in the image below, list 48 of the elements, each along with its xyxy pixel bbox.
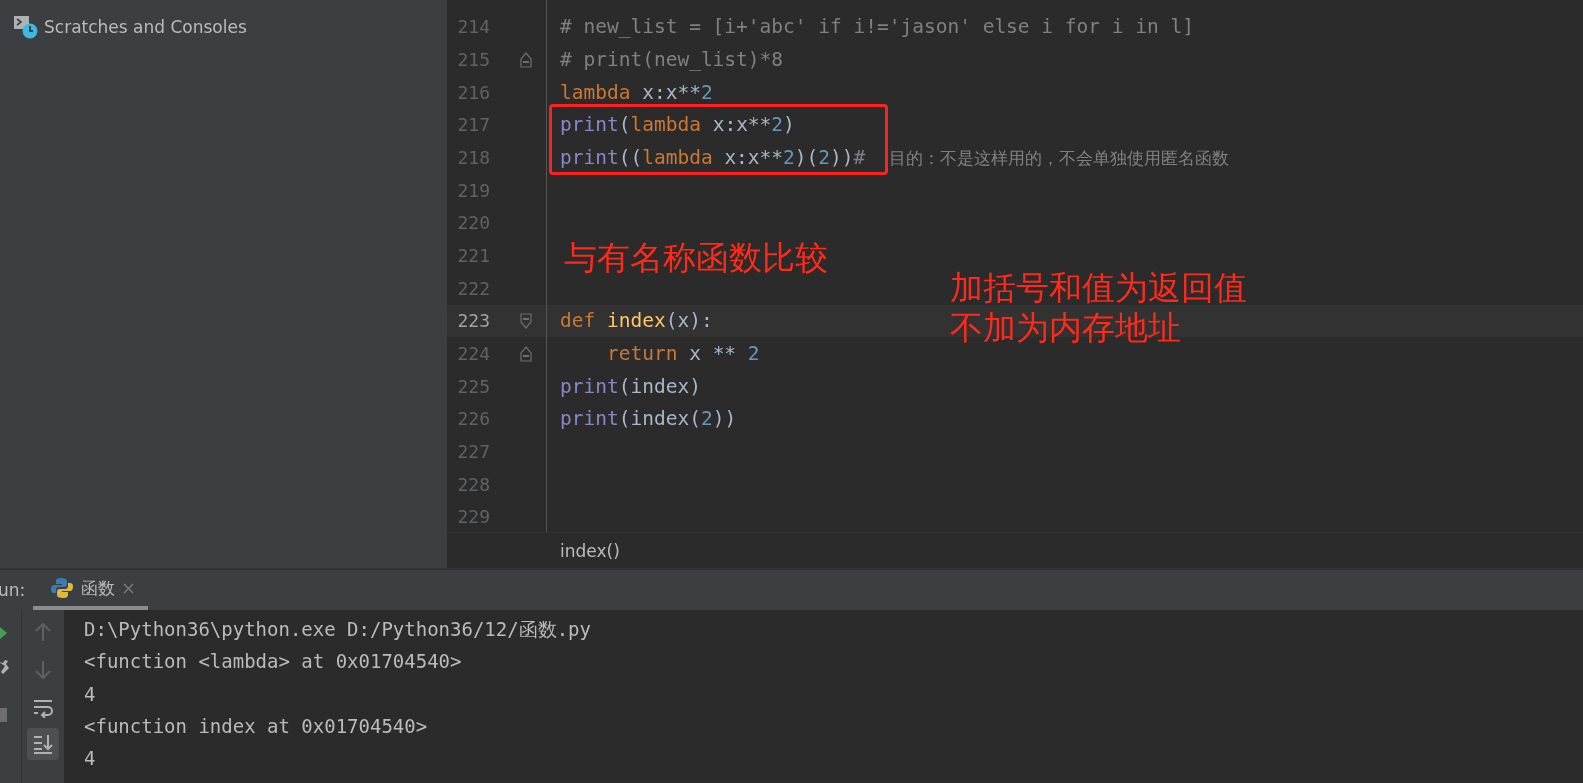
code-line: print((lambda x:x**2)(2))# 目的：不是这样用的，不会单独使用匿名函数 (560, 145, 1230, 170)
scroll-to-end-button[interactable] (27, 728, 59, 760)
line-number: 225 (456, 375, 491, 397)
scroll-to-end-icon (33, 734, 53, 754)
line-number: 221 (456, 245, 491, 267)
tool-window-label: un: (0, 579, 27, 602)
tree-item[interactable]: Scratches and Consoles (44, 17, 247, 37)
console-line: 4 (84, 681, 97, 707)
code-line: return x ** 2 (605, 342, 760, 366)
line-number: 229 (456, 506, 491, 528)
python-icon (51, 577, 73, 599)
play-icon[interactable] (0, 626, 7, 640)
line-number: 214 (456, 16, 491, 38)
fold-icon[interactable] (519, 51, 532, 68)
console-clock-icon (14, 15, 38, 39)
fold-icon[interactable] (519, 312, 532, 329)
console-line: <function <lambda> at 0x01704540> (84, 649, 463, 675)
line-number: 222 (456, 277, 491, 299)
wrench-icon[interactable] (0, 660, 9, 674)
code-line: # new_list = [i+'abc' if i!='jason' else i for i in l] (560, 15, 1194, 39)
console-line: D:\Python36\python.exe D:/Python36/12/函数.py (84, 617, 592, 642)
up-arrow-icon[interactable] (34, 622, 52, 642)
code-line: print(index(2)) (560, 407, 737, 431)
console-line: <function index at 0x01704540> (84, 713, 429, 739)
line-number: 223 (456, 310, 491, 332)
code-line: def index(x): (560, 309, 713, 333)
fold-icon[interactable] (519, 345, 532, 362)
breadcrumb[interactable]: index() (560, 541, 620, 561)
line-number: 219 (456, 179, 491, 201)
down-arrow-icon[interactable] (34, 660, 52, 680)
annotation-text: 加括号和值为返回值 不加为内存地址 (950, 268, 1247, 348)
close-icon[interactable] (123, 582, 134, 594)
line-number: 217 (456, 114, 491, 136)
line-number: 226 (456, 408, 491, 430)
line-number: 220 (456, 212, 491, 234)
code-line: # print(new_list)*8 (560, 48, 784, 72)
annotation-text: 与有名称函数比较 (564, 238, 828, 278)
line-number: 215 (456, 49, 491, 71)
line-number: 224 (456, 343, 491, 365)
line-number: 216 (456, 81, 491, 103)
line-number: 228 (456, 473, 491, 495)
code-line: print(lambda x:x**2) (560, 113, 795, 137)
line-number: 227 (456, 441, 491, 462)
line-number: 218 (456, 147, 491, 169)
console-line: 4 (84, 746, 97, 772)
code-line: lambda x:x**2 (560, 80, 713, 104)
soft-wrap-icon[interactable] (33, 698, 53, 718)
code-line: print(index) (560, 374, 701, 398)
